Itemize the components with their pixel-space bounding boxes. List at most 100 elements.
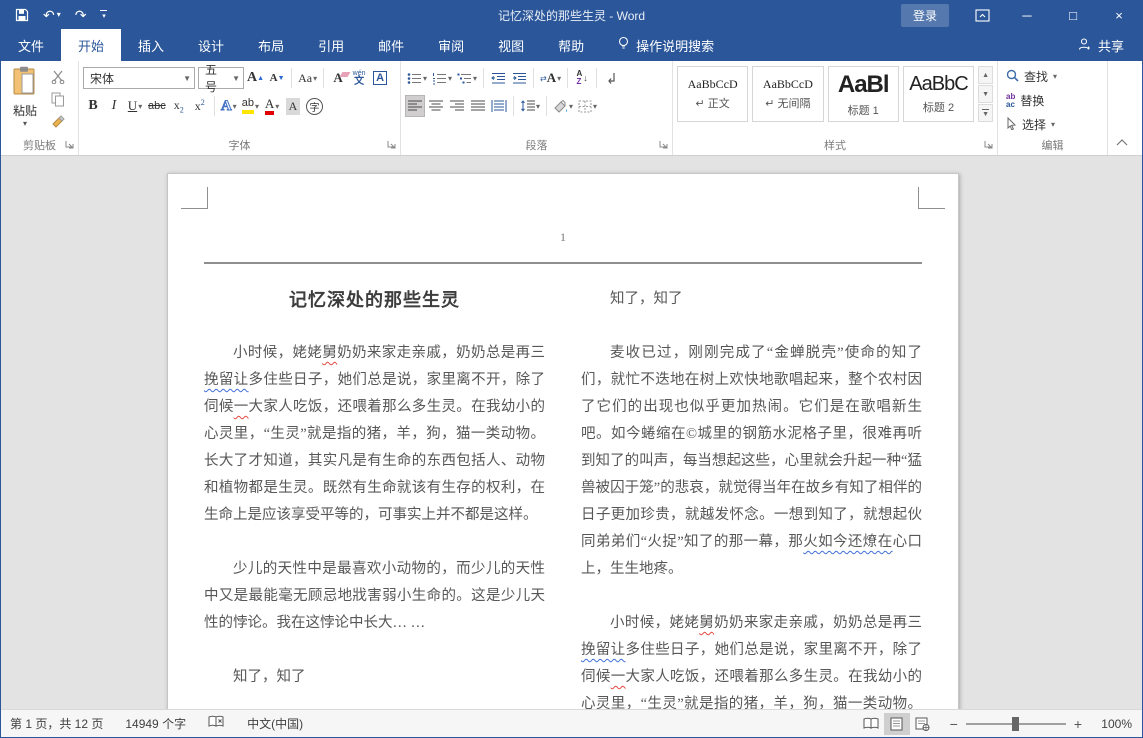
sign-in-button[interactable]: 登录: [901, 4, 949, 27]
increase-indent-icon[interactable]: [509, 67, 529, 89]
document-paragraph[interactable]: 知了，知了: [581, 286, 922, 313]
paragraph-dialog-launcher-icon[interactable]: [659, 139, 669, 153]
styles-scroll-up-icon[interactable]: ▲: [978, 66, 993, 84]
style-heading1[interactable]: AaBl 标题 1: [828, 66, 899, 122]
clear-formatting-button[interactable]: A: [328, 67, 348, 89]
document-paragraph[interactable]: 小时候，姥姥舅奶奶来家走亲戚，奶奶总是再三挽留让多住些日子，她们总是说，家里离不…: [581, 610, 922, 709]
text-run: 小时候，姥姥: [233, 345, 322, 361]
clipboard-dialog-launcher-icon[interactable]: [65, 139, 75, 153]
font-size-combo[interactable]: 五号▼: [198, 67, 244, 89]
ribbon-tab[interactable]: 插入: [121, 29, 181, 61]
customize-qat-button[interactable]: ▾: [100, 10, 107, 20]
justify-icon[interactable]: [468, 95, 488, 117]
distribute-icon[interactable]: [489, 95, 509, 117]
document-heading[interactable]: 记忆深处的那些生灵: [204, 286, 545, 312]
style-heading2[interactable]: AaBbC 标题 2: [903, 66, 974, 122]
cut-icon[interactable]: [47, 68, 69, 86]
highlight-color-button[interactable]: ab▾: [240, 95, 261, 117]
redo-button[interactable]: ↷: [75, 8, 87, 22]
italic-button[interactable]: I: [104, 95, 124, 117]
tell-me-search[interactable]: 操作说明搜索: [617, 29, 714, 61]
font-color-button[interactable]: A▾: [262, 95, 282, 117]
enclose-characters-button[interactable]: 字: [304, 95, 325, 117]
style-normal[interactable]: AaBbCcD ↵ 正文: [677, 66, 748, 122]
zoom-slider-thumb[interactable]: [1012, 717, 1019, 731]
shading-icon[interactable]: ▾: [551, 95, 575, 117]
document-page[interactable]: 1 记忆深处的那些生灵小时候，姥姥舅奶奶来家走亲戚，奶奶总是再三挽留让多住些日子…: [167, 173, 959, 709]
share-button[interactable]: 共享: [1078, 29, 1142, 61]
find-button[interactable]: 查找▾: [1002, 66, 1103, 87]
read-mode-icon[interactable]: [858, 713, 884, 735]
zoom-level[interactable]: 100%: [1094, 717, 1132, 731]
subscript-button[interactable]: x2: [169, 95, 189, 117]
font-dialog-launcher-icon[interactable]: [387, 139, 397, 153]
page-indicator[interactable]: 第 1 页，共 12 页: [10, 715, 103, 732]
text-run: 少儿的天性中是最喜欢小动物的，而少儿的天性中又是最能毫无顾忌地戕害弱小生命的。这…: [204, 561, 545, 631]
ribbon-tab[interactable]: 帮助: [541, 29, 601, 61]
sort-button[interactable]: AZ↓: [572, 67, 592, 89]
zoom-out-button[interactable]: −: [950, 716, 958, 732]
strikethrough-button[interactable]: abc: [146, 95, 168, 117]
grow-font-button[interactable]: A▲: [245, 67, 266, 89]
ribbon-tab[interactable]: 开始: [61, 29, 121, 61]
align-right-icon[interactable]: [447, 95, 467, 117]
proofing-status-icon[interactable]: [208, 715, 225, 732]
ribbon-tab-bar: 文件 开始插入设计布局引用邮件审阅视图帮助 操作说明搜索 共享: [1, 29, 1142, 61]
styles-dialog-launcher-icon[interactable]: [984, 139, 994, 153]
numbering-icon[interactable]: ▾: [430, 67, 454, 89]
document-paragraph[interactable]: 小时候，姥姥舅奶奶来家走亲戚，奶奶总是再三挽留让多住些日子，她们总是说，家里离不…: [204, 340, 545, 529]
paste-button[interactable]: 粘贴 ▾: [5, 64, 45, 130]
bold-button[interactable]: B: [83, 95, 103, 117]
ribbon-tab[interactable]: 视图: [481, 29, 541, 61]
select-button[interactable]: 选择▾: [1002, 114, 1103, 135]
web-layout-icon[interactable]: [910, 713, 936, 735]
underline-button[interactable]: U▾: [125, 95, 145, 117]
language-indicator[interactable]: 中文(中国): [247, 715, 303, 732]
undo-button[interactable]: ↶▾: [43, 8, 61, 22]
change-case-button[interactable]: Aa▾: [296, 67, 319, 89]
ribbon-display-options-icon[interactable]: [975, 9, 990, 22]
style-no-spacing[interactable]: AaBbCcD ↵ 无间隔: [752, 66, 823, 122]
print-layout-icon[interactable]: [884, 713, 910, 735]
zoom-slider[interactable]: [966, 723, 1066, 725]
document-paragraph[interactable]: 知了，知了: [204, 664, 545, 691]
maximize-button[interactable]: □: [1050, 1, 1096, 29]
styles-gallery-more-icon[interactable]: ▼: [978, 104, 993, 122]
character-border-button[interactable]: A: [370, 67, 390, 89]
align-center-icon[interactable]: [426, 95, 446, 117]
phonetic-guide-button[interactable]: wén文: [349, 67, 369, 89]
line-spacing-icon[interactable]: ▾: [518, 95, 542, 117]
superscript-button[interactable]: x2: [190, 95, 210, 117]
ribbon-tab[interactable]: 审阅: [421, 29, 481, 61]
copy-icon[interactable]: [47, 90, 69, 108]
borders-icon[interactable]: ▾: [576, 95, 599, 117]
format-painter-icon[interactable]: [47, 112, 69, 130]
font-name-combo[interactable]: 宋体▼: [83, 67, 195, 89]
styles-scroll-down-icon[interactable]: ▼: [978, 85, 993, 103]
bullets-icon[interactable]: ▾: [405, 67, 429, 89]
ribbon-tab[interactable]: 布局: [241, 29, 301, 61]
zoom-in-button[interactable]: +: [1074, 716, 1082, 732]
ribbon-filler: [1108, 61, 1142, 155]
ribbon-tab[interactable]: 引用: [301, 29, 361, 61]
shrink-font-button[interactable]: A▼: [267, 67, 287, 89]
multilevel-list-icon[interactable]: ▾: [455, 67, 479, 89]
ribbon-tab[interactable]: 设计: [181, 29, 241, 61]
decrease-indent-icon[interactable]: [488, 67, 508, 89]
align-left-icon[interactable]: [405, 95, 425, 117]
text-effects-button[interactable]: A▾: [219, 95, 239, 117]
ribbon-tab[interactable]: 邮件: [361, 29, 421, 61]
replace-button[interactable]: abac 替换: [1002, 90, 1103, 111]
minimize-button[interactable]: ─: [1004, 1, 1050, 29]
spellcheck-blue-squiggle: 挽留让: [204, 372, 249, 388]
word-count[interactable]: 14949 个字: [125, 715, 186, 732]
tab-file[interactable]: 文件: [1, 29, 61, 61]
asian-layout-button[interactable]: ⇄A▾: [538, 67, 563, 89]
show-hide-marks-icon[interactable]: [601, 67, 621, 89]
close-button[interactable]: ×: [1096, 1, 1142, 29]
collapse-ribbon-icon[interactable]: [1116, 135, 1128, 149]
save-icon[interactable]: [15, 8, 29, 22]
character-shading-button[interactable]: A: [283, 95, 303, 117]
document-paragraph[interactable]: 少儿的天性中是最喜欢小动物的，而少儿的天性中又是最能毫无顾忌地戕害弱小生命的。这…: [204, 556, 545, 637]
document-paragraph[interactable]: 麦收已过，刚刚完成了“金蝉脱壳”使命的知了们，就忙不迭地在树上欢快地歌唱起来，整…: [581, 340, 922, 583]
